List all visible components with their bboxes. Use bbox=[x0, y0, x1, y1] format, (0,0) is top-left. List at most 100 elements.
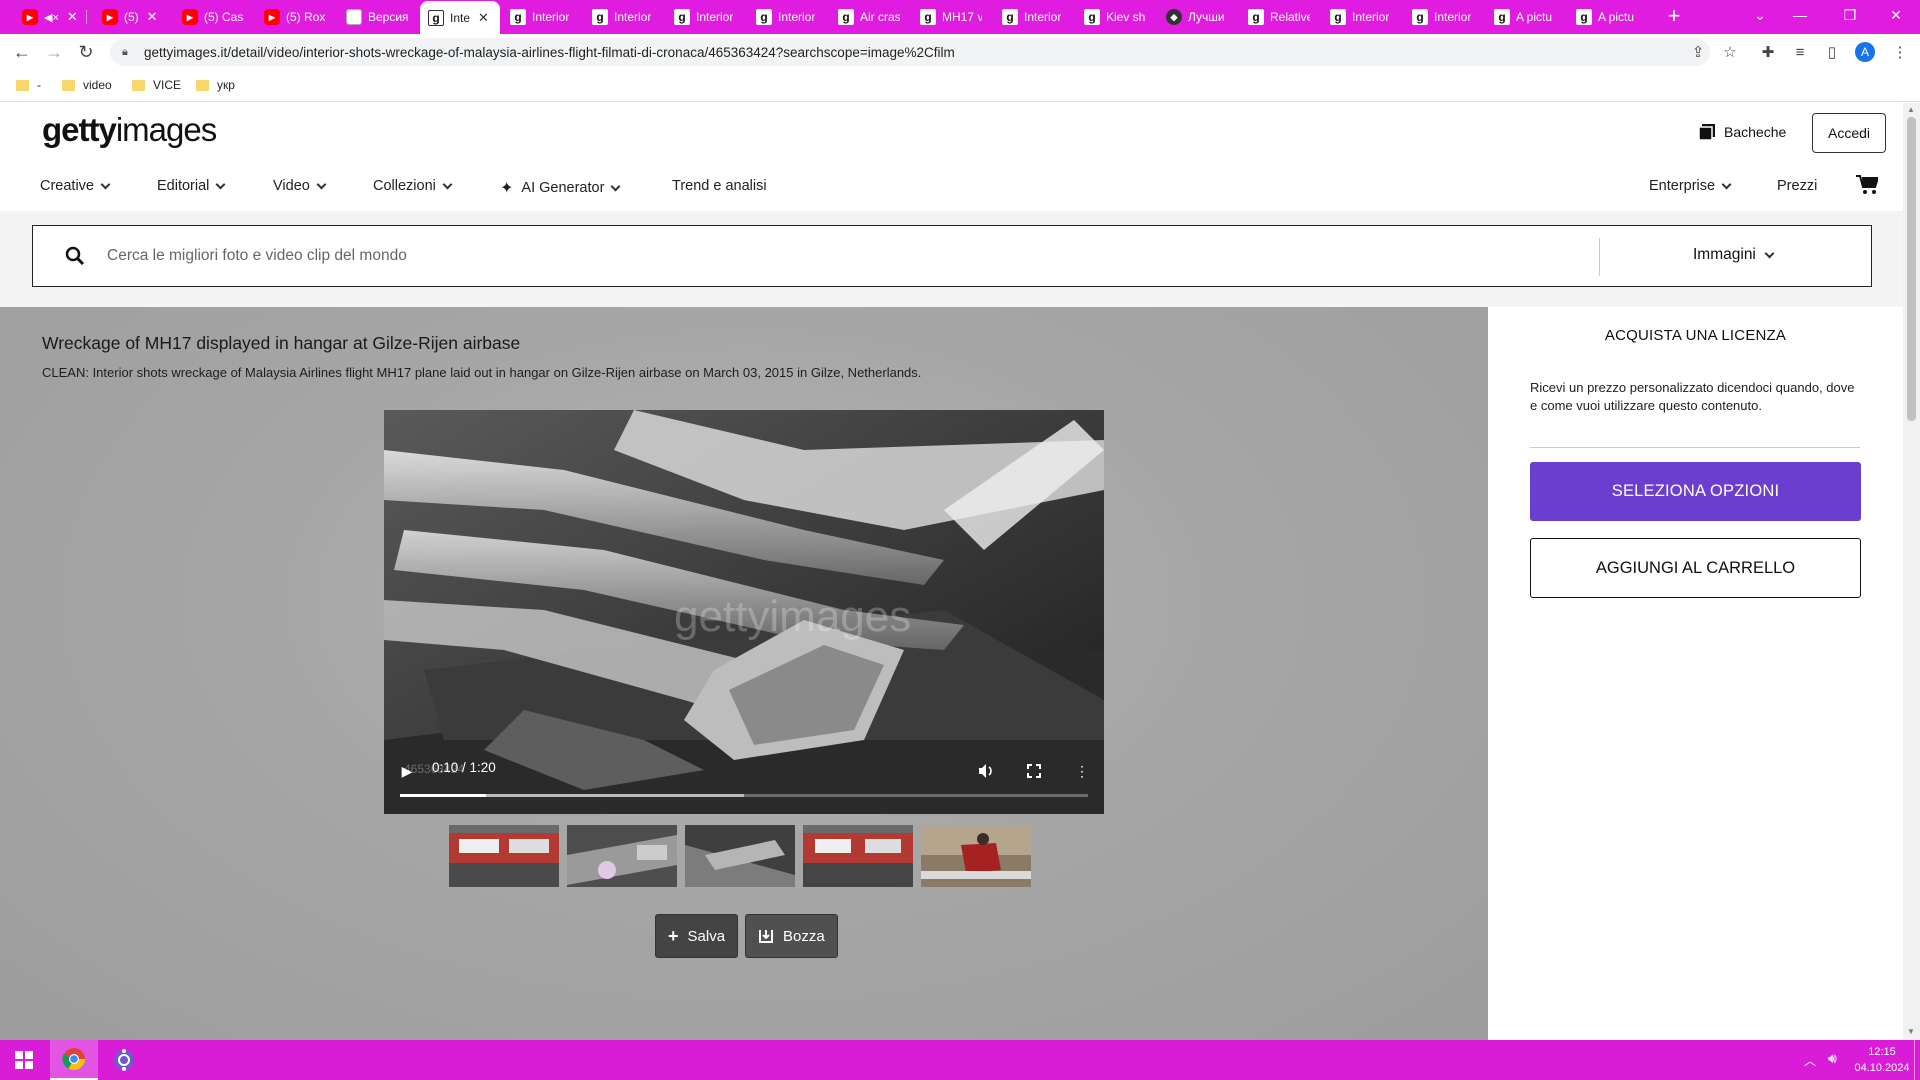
reload-icon[interactable]: ↻ bbox=[72, 38, 100, 66]
tab-19[interactable]: g A pictu bbox=[1568, 2, 1646, 32]
video-thumbnail[interactable] bbox=[449, 825, 559, 887]
chrome-taskbar-icon[interactable] bbox=[50, 1040, 98, 1080]
select-options-button[interactable]: SELEZIONA OPZIONI bbox=[1530, 462, 1861, 521]
address-bar[interactable]: 🔒︎ gettyimages.it/detail/video/interior-… bbox=[110, 38, 1710, 66]
app-taskbar-icon[interactable] bbox=[100, 1040, 148, 1080]
play-icon[interactable]: ▶ bbox=[396, 760, 418, 782]
tab-6[interactable]: g Interior bbox=[502, 2, 580, 32]
tab-1[interactable]: ▶ (5) ✕ bbox=[94, 2, 168, 32]
sparkle-icon: ✦ bbox=[500, 180, 514, 197]
download-icon bbox=[759, 930, 773, 943]
close-tab-icon[interactable]: ✕ bbox=[147, 9, 158, 25]
tab-13[interactable]: g Kiev sh bbox=[1076, 2, 1154, 32]
menu-video[interactable]: Video bbox=[273, 178, 327, 194]
getty-icon: g bbox=[1248, 9, 1264, 25]
search-scope-dropdown[interactable]: Immagini bbox=[1693, 246, 1775, 264]
close-tab-icon[interactable]: ✕ bbox=[67, 9, 78, 25]
new-tab-button[interactable]: + bbox=[1660, 2, 1688, 30]
menu-creative[interactable]: Creative bbox=[40, 178, 111, 194]
tab-0[interactable]: ▶ ◀× ✕ bbox=[14, 2, 84, 32]
mute-icon[interactable]: ◀× bbox=[44, 11, 59, 24]
boards-link[interactable]: Bacheche bbox=[1698, 123, 1786, 141]
bookmark-label: - bbox=[37, 78, 41, 92]
license-panel: ACQUISTA UNA LICENZA Ricevi un prezzo pe… bbox=[1488, 307, 1903, 1040]
seek-bar[interactable] bbox=[400, 794, 1088, 797]
tab-title: Лучши bbox=[1188, 10, 1225, 24]
taskbar-clock[interactable]: 12:15 04.10.2024 bbox=[1852, 1044, 1912, 1076]
media-controls-icon[interactable]: ≡ bbox=[1790, 42, 1810, 62]
share-icon[interactable]: ⇪ bbox=[1688, 42, 1708, 62]
tab-3[interactable]: ▶ (5) Rox bbox=[256, 2, 334, 32]
boards-label: Bacheche bbox=[1724, 124, 1787, 140]
getty-logo[interactable]: gettyimages bbox=[42, 111, 217, 149]
menu-editorial[interactable]: Editorial bbox=[157, 178, 226, 194]
video-thumbnail[interactable] bbox=[803, 825, 913, 887]
minimize-icon[interactable]: — bbox=[1776, 0, 1824, 30]
tab-7[interactable]: g Interior bbox=[584, 2, 662, 32]
scroll-down-icon[interactable]: ▼ bbox=[1907, 1027, 1915, 1036]
scroll-up-icon[interactable]: ▲ bbox=[1907, 105, 1915, 114]
tab-16[interactable]: g Interior bbox=[1322, 2, 1400, 32]
folder-icon bbox=[132, 79, 145, 91]
chrome-menu-icon[interactable]: ⋮ bbox=[1890, 42, 1910, 62]
forward-icon[interactable]: → bbox=[40, 38, 68, 66]
tab-18[interactable]: g A pictu bbox=[1486, 2, 1564, 32]
menu-pricing[interactable]: Prezzi bbox=[1777, 178, 1817, 194]
tab-17[interactable]: g Interior bbox=[1404, 2, 1482, 32]
menu-trends[interactable]: Trend e analisi bbox=[672, 178, 767, 194]
tab-15[interactable]: g Relative bbox=[1240, 2, 1318, 32]
extensions-icon[interactable]: ✚ bbox=[1758, 42, 1778, 62]
restore-icon[interactable]: ❐ bbox=[1826, 0, 1874, 30]
menu-enterprise[interactable]: Enterprise bbox=[1649, 178, 1732, 194]
tray-chevron-icon[interactable]: ︿ bbox=[1804, 1052, 1816, 1069]
tab-9[interactable]: g Interior bbox=[748, 2, 826, 32]
bookmark-folder[interactable]: - bbox=[16, 78, 41, 92]
add-to-cart-button[interactable]: AGGIUNGI AL CARRELLO bbox=[1530, 538, 1861, 598]
bookmark-star-icon[interactable]: ☆ bbox=[1720, 42, 1740, 62]
bookmarks-bar: - video VICE укр bbox=[0, 70, 1920, 102]
close-tab-icon[interactable]: ✕ bbox=[478, 10, 489, 26]
bookmark-folder[interactable]: VICE bbox=[132, 78, 181, 92]
video-thumbnail[interactable] bbox=[567, 825, 677, 887]
comp-download-button[interactable]: Bozza bbox=[745, 914, 838, 958]
asset-title: Wreckage of MH17 displayed in hangar at … bbox=[42, 333, 521, 353]
video-thumbnail[interactable] bbox=[685, 825, 795, 887]
bookmark-folder[interactable]: video bbox=[62, 78, 112, 92]
tab-12[interactable]: g Interior bbox=[994, 2, 1072, 32]
tab-2[interactable]: ▶ (5) Cas bbox=[174, 2, 252, 32]
menu-collections[interactable]: Collezioni bbox=[373, 178, 453, 194]
save-button[interactable]: + Salva bbox=[655, 914, 739, 958]
video-thumbnail[interactable] bbox=[921, 825, 1031, 887]
menu-ai-generator[interactable]: ✦ AI Generator bbox=[500, 178, 621, 198]
speaker-icon[interactable]: 🔊︎ bbox=[1828, 1050, 1837, 1067]
bookmark-label: video bbox=[83, 78, 112, 92]
profile-avatar[interactable]: A bbox=[1855, 42, 1875, 62]
tab-active[interactable]: g Inte ✕ bbox=[420, 1, 500, 34]
tab-title: Interior bbox=[778, 10, 816, 24]
window-close-icon[interactable]: ✕ bbox=[1872, 0, 1920, 30]
chevron-down-icon bbox=[1764, 248, 1775, 258]
start-icon[interactable] bbox=[0, 1040, 48, 1080]
scrollbar-thumb[interactable] bbox=[1907, 117, 1916, 421]
search-icon[interactable] bbox=[65, 246, 85, 266]
video-player[interactable]: gettyimages 465363424 ▶ 0:10 / 1:20 ⋮ bbox=[384, 410, 1104, 814]
side-panel-icon[interactable]: ▯ bbox=[1822, 42, 1842, 62]
tab-10[interactable]: g Air cras bbox=[830, 2, 908, 32]
tab-8[interactable]: g Interior bbox=[666, 2, 744, 32]
volume-icon[interactable] bbox=[974, 759, 998, 783]
show-desktop[interactable] bbox=[1914, 1040, 1920, 1080]
played-bar bbox=[400, 794, 486, 797]
search-input[interactable] bbox=[107, 238, 1607, 274]
youtube-icon: ▶ bbox=[102, 9, 118, 25]
page-scrollbar[interactable]: ▲ ▼ bbox=[1903, 103, 1920, 1040]
fullscreen-icon[interactable] bbox=[1022, 759, 1046, 783]
tab-title: (5) bbox=[124, 10, 139, 24]
bookmark-folder[interactable]: укр bbox=[196, 78, 235, 92]
more-options-icon[interactable]: ⋮ bbox=[1070, 759, 1094, 783]
tab-4[interactable]: Версия bbox=[338, 2, 418, 32]
tab-14[interactable]: ◆ Лучши bbox=[1158, 2, 1236, 32]
back-icon[interactable]: ← bbox=[8, 38, 36, 66]
tab-11[interactable]: g MH17 v bbox=[912, 2, 990, 32]
login-button[interactable]: Accedi bbox=[1812, 113, 1886, 153]
cart-icon[interactable] bbox=[1856, 175, 1878, 195]
